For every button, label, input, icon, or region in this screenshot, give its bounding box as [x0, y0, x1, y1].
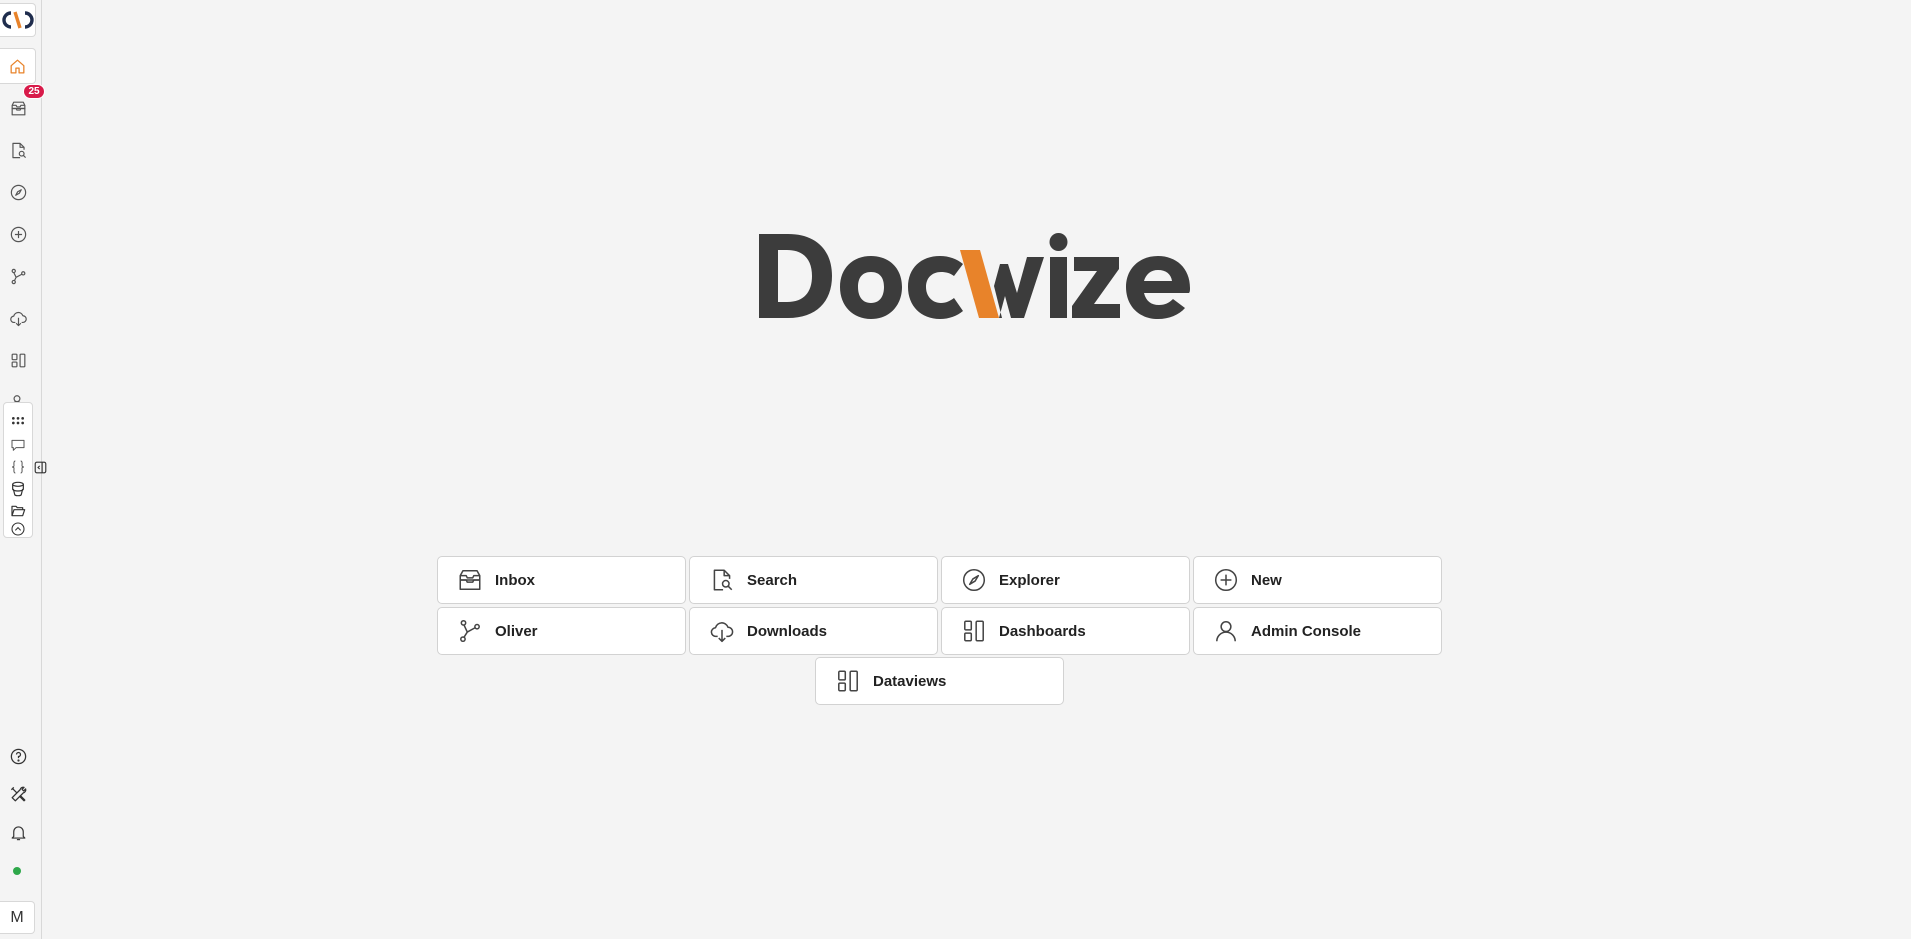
nav-oliver[interactable] [0, 258, 36, 294]
tile-new[interactable]: New [1193, 556, 1442, 604]
tile-downloads[interactable]: Downloads [689, 607, 938, 655]
chevron-up-circle-icon [11, 522, 25, 536]
document-search-icon [11, 142, 26, 158]
tile-oliver[interactable]: Oliver [437, 607, 686, 655]
tile-label: New [1251, 571, 1282, 589]
nav-dashboards[interactable] [0, 342, 36, 378]
help-icon [10, 748, 26, 764]
inbox-icon [456, 566, 484, 594]
app-switcher-panel [3, 402, 33, 538]
chat-icon [11, 439, 25, 451]
tools-icon [10, 786, 26, 801]
folder-open-icon [11, 505, 26, 517]
tile-label: Dashboards [999, 622, 1086, 640]
avatar-initial: M [10, 908, 24, 926]
nav-tools[interactable] [0, 776, 36, 812]
braces-icon [11, 460, 25, 474]
inbox-icon [11, 101, 25, 115]
tile-label: Dataviews [873, 672, 947, 690]
user-avatar[interactable]: M [0, 901, 35, 934]
quick-access-tiles: Inbox Search Explorer New Oliver Downloa… [437, 556, 1443, 706]
dashboard-icon [960, 617, 988, 645]
compass-icon [960, 566, 988, 594]
nav-home[interactable] [0, 48, 36, 84]
tile-explorer[interactable]: Explorer [941, 556, 1190, 604]
docwize-wordmark [759, 233, 1190, 319]
tile-label: Search [747, 571, 798, 589]
nav-notifications[interactable] [0, 814, 36, 850]
folder-button[interactable] [4, 503, 32, 519]
apps-button[interactable] [4, 413, 32, 429]
tile-label: Oliver [495, 622, 538, 640]
tile-label: Explorer [999, 571, 1060, 589]
workflow-icon [11, 268, 25, 284]
cloud-download-icon [708, 617, 736, 645]
tile-admin-console[interactable]: Admin Console [1193, 607, 1442, 655]
panel-more-button[interactable] [4, 521, 32, 537]
tile-label: Admin Console [1251, 622, 1362, 640]
dashboard-icon [11, 353, 25, 367]
plus-circle-icon [1212, 566, 1240, 594]
bell-icon [11, 825, 25, 840]
tile-inbox[interactable]: Inbox [437, 556, 686, 604]
database-icon [12, 481, 24, 497]
brand-logo [754, 230, 1198, 322]
docwize-mark-icon [1, 11, 34, 29]
nav-explorer[interactable] [0, 174, 36, 210]
cloud-download-icon [9, 311, 27, 326]
tile-search[interactable]: Search [689, 556, 938, 604]
app-logo[interactable] [0, 3, 36, 37]
tile-label: Inbox [495, 571, 535, 589]
compass-icon [10, 184, 26, 200]
user-icon [1212, 617, 1240, 645]
nav-help[interactable] [0, 738, 36, 774]
database-button[interactable] [4, 481, 32, 497]
nav-downloads[interactable] [0, 300, 36, 336]
sidebar: 25 M [0, 0, 47, 939]
inbox-badge: 25 [23, 84, 45, 99]
tile-dashboards[interactable]: Dashboards [941, 607, 1190, 655]
nav-new[interactable] [0, 216, 36, 252]
home-icon [10, 59, 25, 73]
document-search-icon [708, 566, 736, 594]
tile-dataviews[interactable]: Dataviews [815, 657, 1064, 705]
nav-search[interactable] [0, 132, 36, 168]
collapse-sidebar-button[interactable] [34, 461, 47, 474]
sidebar-toggle-icon [34, 461, 47, 474]
apps-grid-icon [12, 417, 24, 425]
dashboard-icon [834, 667, 862, 695]
plus-circle-icon [10, 226, 26, 242]
code-button[interactable] [4, 459, 32, 475]
comments-button[interactable] [4, 437, 32, 453]
tile-label: Downloads [747, 622, 828, 640]
status-indicator [13, 867, 21, 875]
workflow-icon [456, 617, 484, 645]
